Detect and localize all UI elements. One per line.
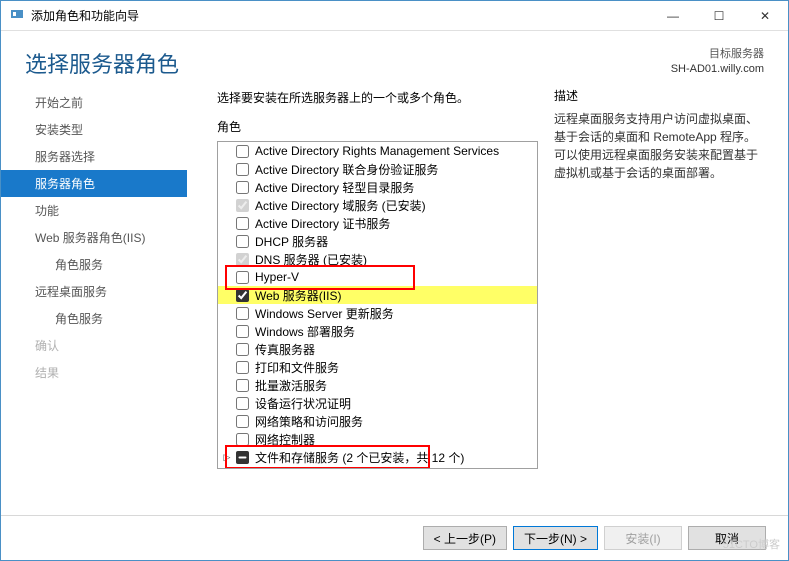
- sidebar-item: 结果: [1, 359, 187, 386]
- role-label: 远程访问: [255, 467, 303, 469]
- window-title: 添加角色和功能向导: [31, 7, 650, 24]
- target-server-info: 目标服务器 SH-AD01.willy.com: [671, 47, 764, 78]
- role-item[interactable]: 网络策略和访问服务: [218, 412, 537, 430]
- role-item[interactable]: Active Directory 证书服务: [218, 214, 537, 232]
- role-item[interactable]: 网络控制器: [218, 430, 537, 448]
- role-checkbox[interactable]: [236, 199, 249, 212]
- role-checkbox[interactable]: [236, 271, 249, 284]
- role-checkbox[interactable]: [236, 253, 249, 266]
- role-item[interactable]: Hyper-V: [218, 268, 537, 286]
- role-item[interactable]: 批量激活服务: [218, 376, 537, 394]
- role-item[interactable]: Active Directory 联合身份验证服务: [218, 160, 537, 178]
- role-item[interactable]: Active Directory Rights Management Servi…: [218, 142, 537, 160]
- role-checkbox[interactable]: [236, 289, 249, 302]
- role-checkbox[interactable]: [236, 307, 249, 320]
- role-label: Windows 部署服务: [255, 323, 355, 340]
- role-label: Windows Server 更新服务: [255, 305, 394, 322]
- role-item[interactable]: 设备运行状况证明: [218, 394, 537, 412]
- role-checkbox[interactable]: [236, 361, 249, 374]
- roles-listbox[interactable]: Active Directory Rights Management Servi…: [217, 141, 538, 469]
- roles-section-title: 角色: [217, 118, 538, 135]
- description-text: 远程桌面服务支持用户访问虚拟桌面、基于会话的桌面和 RemoteApp 程序。可…: [554, 110, 764, 182]
- role-item[interactable]: ▷ 文件和存储服务 (2 个已安装，共 12 个): [218, 448, 537, 466]
- role-item[interactable]: DNS 服务器 (已安装): [218, 250, 537, 268]
- role-label: Hyper-V: [255, 270, 299, 284]
- sidebar-item[interactable]: 开始之前: [1, 89, 187, 116]
- main-content: 选择要安装在所选服务器上的一个或多个角色。 角色 Active Director…: [187, 87, 788, 515]
- role-label: 打印和文件服务: [255, 359, 339, 376]
- target-server-host: SH-AD01.willy.com: [671, 62, 764, 77]
- app-icon: [9, 6, 25, 25]
- role-label: Active Directory Rights Management Servi…: [255, 144, 499, 158]
- sidebar-item[interactable]: 功能: [1, 197, 187, 224]
- sidebar-item[interactable]: Web 服务器角色(IIS): [1, 224, 187, 251]
- role-label: Active Directory 证书服务: [255, 215, 390, 232]
- title-bar: 添加角色和功能向导 — ☐ ✕: [1, 1, 788, 31]
- sidebar-item[interactable]: 服务器角色: [1, 170, 187, 197]
- role-checkbox[interactable]: [236, 451, 249, 464]
- role-checkbox[interactable]: [236, 415, 249, 428]
- next-button[interactable]: 下一步(N) >: [513, 526, 598, 550]
- role-checkbox[interactable]: [236, 235, 249, 248]
- role-item[interactable]: Web 服务器(IIS): [218, 286, 537, 304]
- sidebar-item[interactable]: 安装类型: [1, 116, 187, 143]
- role-checkbox[interactable]: [236, 343, 249, 356]
- sidebar-item[interactable]: 远程桌面服务: [1, 278, 187, 305]
- maximize-button[interactable]: ☐: [696, 1, 742, 31]
- role-item[interactable]: Windows 部署服务: [218, 322, 537, 340]
- role-item[interactable]: Active Directory 轻型目录服务: [218, 178, 537, 196]
- role-item[interactable]: 打印和文件服务: [218, 358, 537, 376]
- wizard-sidebar: 开始之前安装类型服务器选择服务器角色功能Web 服务器角色(IIS)角色服务远程…: [1, 87, 187, 515]
- role-label: Active Directory 域服务 (已安装): [255, 197, 426, 214]
- sidebar-item[interactable]: 服务器选择: [1, 143, 187, 170]
- wizard-header: 选择服务器角色 目标服务器 SH-AD01.willy.com: [1, 31, 788, 87]
- cancel-button[interactable]: 取消: [688, 526, 766, 550]
- minimize-button[interactable]: —: [650, 1, 696, 31]
- install-button: 安装(I): [604, 526, 682, 550]
- role-label: 传真服务器: [255, 341, 315, 358]
- role-item[interactable]: DHCP 服务器: [218, 232, 537, 250]
- role-label: 网络策略和访问服务: [255, 413, 363, 430]
- roles-column: 选择要安装在所选服务器上的一个或多个角色。 角色 Active Director…: [187, 87, 538, 515]
- description-title: 描述: [554, 87, 764, 104]
- role-checkbox[interactable]: [236, 397, 249, 410]
- role-label: Active Directory 联合身份验证服务: [255, 161, 438, 178]
- target-server-label: 目标服务器: [671, 47, 764, 62]
- role-checkbox[interactable]: [236, 181, 249, 194]
- previous-button[interactable]: < 上一步(P): [423, 526, 507, 550]
- intro-text: 选择要安装在所选服务器上的一个或多个角色。: [217, 89, 538, 106]
- role-item[interactable]: 远程访问: [218, 466, 537, 468]
- role-label: Active Directory 轻型目录服务: [255, 179, 414, 196]
- role-checkbox[interactable]: [236, 163, 249, 176]
- role-item[interactable]: Windows Server 更新服务: [218, 304, 537, 322]
- role-item[interactable]: Active Directory 域服务 (已安装): [218, 196, 537, 214]
- role-label: DHCP 服务器: [255, 233, 328, 250]
- role-checkbox[interactable]: [236, 217, 249, 230]
- role-item[interactable]: 传真服务器: [218, 340, 537, 358]
- sidebar-item: 确认: [1, 332, 187, 359]
- page-title: 选择服务器角色: [25, 47, 671, 79]
- role-label: 文件和存储服务 (2 个已安装，共 12 个): [255, 449, 464, 466]
- wizard-body: 开始之前安装类型服务器选择服务器角色功能Web 服务器角色(IIS)角色服务远程…: [1, 87, 788, 515]
- role-label: 网络控制器: [255, 431, 315, 448]
- role-label: 批量激活服务: [255, 377, 327, 394]
- wizard-window: 添加角色和功能向导 — ☐ ✕ 选择服务器角色 目标服务器 SH-AD01.wi…: [0, 0, 789, 561]
- sidebar-item[interactable]: 角色服务: [1, 251, 187, 278]
- role-label: Web 服务器(IIS): [255, 287, 341, 304]
- wizard-footer: < 上一步(P) 下一步(N) > 安装(I) 取消: [1, 515, 788, 560]
- role-label: 设备运行状况证明: [255, 395, 351, 412]
- role-checkbox[interactable]: [236, 145, 249, 158]
- role-checkbox[interactable]: [236, 433, 249, 446]
- role-checkbox[interactable]: [236, 379, 249, 392]
- role-label: DNS 服务器 (已安装): [255, 251, 367, 268]
- window-controls: — ☐ ✕: [650, 1, 788, 31]
- role-checkbox[interactable]: [236, 325, 249, 338]
- sidebar-item[interactable]: 角色服务: [1, 305, 187, 332]
- expand-icon[interactable]: ▷: [222, 452, 232, 462]
- description-column: 描述 远程桌面服务支持用户访问虚拟桌面、基于会话的桌面和 RemoteApp 程…: [554, 87, 764, 515]
- close-button[interactable]: ✕: [742, 1, 788, 31]
